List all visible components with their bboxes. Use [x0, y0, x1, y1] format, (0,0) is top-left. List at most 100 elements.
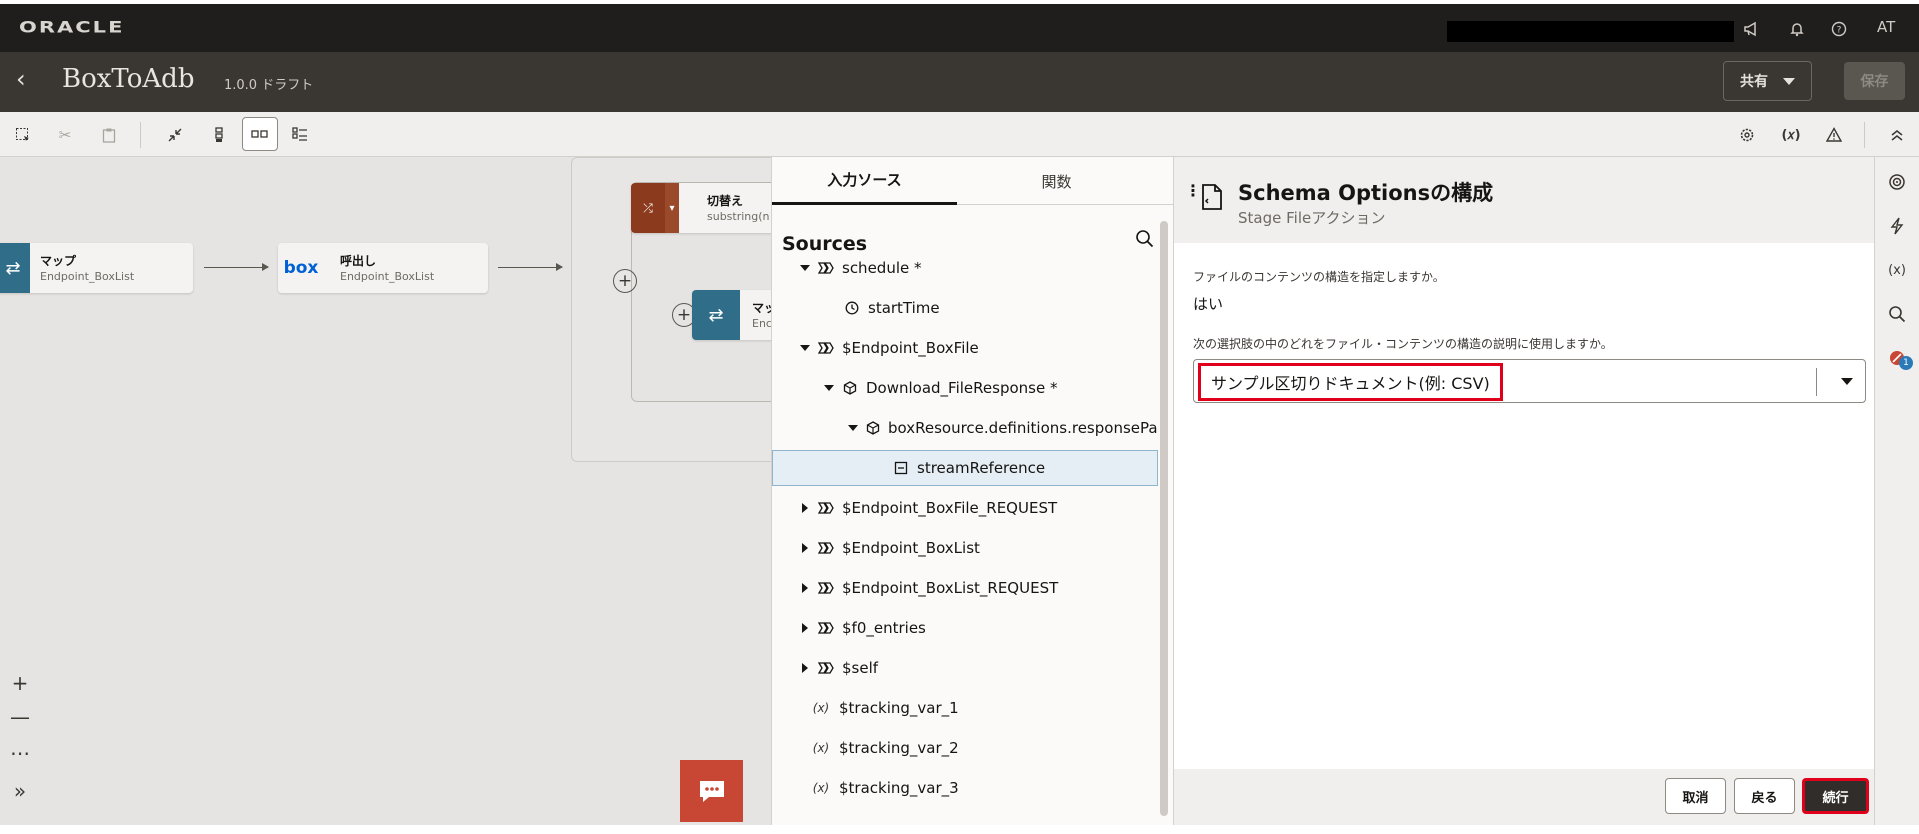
warning-icon[interactable]: [1821, 122, 1847, 148]
cube-icon: [842, 380, 858, 396]
zoom-out-icon[interactable]: —: [6, 703, 34, 731]
object-icon: [818, 540, 834, 556]
megaphone-icon[interactable]: [1740, 18, 1762, 40]
toolbar-divider: [1864, 122, 1865, 148]
tree-row-label: Download_FileResponse *: [866, 379, 1058, 397]
tree-scrollbar[interactable]: [1160, 221, 1168, 816]
user-avatar[interactable]: AT: [1877, 18, 1895, 36]
node-subtitle: Enc: [752, 317, 771, 330]
collapse-up-icon[interactable]: [1884, 122, 1910, 148]
search-icon[interactable]: [1135, 229, 1157, 251]
bell-icon[interactable]: [1786, 18, 1808, 40]
object-icon: [818, 660, 834, 676]
map-node-branch[interactable]: ⇄ マッ Enc: [692, 290, 771, 340]
caret-down-icon[interactable]: [824, 385, 834, 391]
tree-row[interactable]: schedule *: [772, 250, 1158, 286]
format-select[interactable]: サンプル区切りドキュメント(例: CSV): [1193, 359, 1866, 403]
tree-row[interactable]: streamReference: [772, 450, 1158, 486]
right-rail: (x) 1: [1874, 157, 1919, 825]
cancel-button[interactable]: 取消: [1665, 778, 1726, 814]
caret-right-icon[interactable]: [802, 543, 808, 553]
caret-down-icon[interactable]: [800, 345, 810, 351]
caret-right-icon[interactable]: [802, 503, 808, 513]
variable-icon: (x): [812, 701, 830, 715]
node-title: マップ: [40, 254, 77, 268]
tree-row[interactable]: Download_FileResponse *: [772, 370, 1158, 406]
tree-row[interactable]: $Endpoint_BoxList: [772, 530, 1158, 566]
tree-row[interactable]: $Endpoint_BoxFile: [772, 330, 1158, 366]
node-title: 切替え: [707, 194, 744, 208]
more-icon[interactable]: ⋯: [6, 739, 34, 767]
oracle-logo: ORACLE: [19, 17, 125, 37]
tree-row[interactable]: boxResource.definitions.responsePay: [772, 410, 1158, 446]
chevron-down-icon[interactable]: ▾: [665, 183, 679, 233]
chevron-down-icon[interactable]: [1841, 378, 1853, 385]
tree-row[interactable]: $Endpoint_BoxList_REQUEST: [772, 570, 1158, 606]
collapse-icon[interactable]: [162, 122, 188, 148]
caret-down-icon[interactable]: [848, 425, 858, 431]
zoom-in-icon[interactable]: +: [6, 669, 34, 697]
back-button[interactable]: 戻る: [1734, 778, 1795, 814]
structure-question-label: ファイルのコンテンツの構造を指定しますか。: [1193, 270, 1445, 284]
error-count-badge: 1: [1899, 356, 1913, 370]
variable-icon[interactable]: (x): [1885, 258, 1909, 282]
canvas-toolbar: ✂ (𝑥): [0, 112, 1919, 157]
integration-canvas[interactable]: ⇄ マップ Endpoint_BoxList box 呼出し Endpoint_…: [0, 157, 771, 825]
tab-input-sources[interactable]: 入力ソース: [772, 157, 957, 205]
integration-header: ‹ BoxToAdb 1.0.0 ドラフト 共有 保存: [0, 52, 1919, 112]
back-chevron-icon[interactable]: ‹: [16, 65, 26, 93]
tree-row[interactable]: (x) $tracking_var_3: [772, 770, 1158, 806]
paste-icon[interactable]: [96, 122, 122, 148]
tree-row-label: $Endpoint_BoxList_REQUEST: [842, 579, 1059, 597]
node-title: マッ: [752, 301, 771, 315]
switch-node[interactable]: ⤮ ▾ 切替え substring(n: [631, 183, 771, 233]
caret-right-icon[interactable]: [802, 663, 808, 673]
chevron-down-icon: [1783, 78, 1795, 85]
vertical-layout-icon[interactable]: [206, 122, 232, 148]
save-button[interactable]: 保存: [1844, 62, 1905, 100]
caret-right-icon[interactable]: [802, 623, 808, 633]
add-action-plus-icon[interactable]: +: [613, 269, 637, 293]
tree-row[interactable]: (x) $tracking_var_1: [772, 690, 1158, 726]
dialog-title: Schema Optionsの構成: [1238, 181, 1494, 205]
chat-icon[interactable]: [680, 760, 743, 822]
tree-row[interactable]: $f0_entries: [772, 610, 1158, 646]
structure-answer-value: はい: [1193, 295, 1224, 313]
settings-icon[interactable]: [1734, 122, 1760, 148]
box-logo: box: [278, 243, 324, 293]
field-icon: [893, 460, 909, 476]
lightning-icon[interactable]: [1885, 214, 1909, 238]
search-icon[interactable]: [1885, 302, 1909, 326]
cut-icon[interactable]: ✂: [52, 122, 78, 148]
tree-row[interactable]: $self: [772, 650, 1158, 686]
tree-row-label: $tracking_var_3: [839, 779, 959, 797]
tree-row[interactable]: $Endpoint_BoxFile_REQUEST: [772, 490, 1158, 526]
map-node[interactable]: ⇄ マップ Endpoint_BoxList: [0, 243, 193, 293]
object-icon: [818, 620, 834, 636]
tree-row-label: $Endpoint_BoxList: [842, 539, 980, 557]
redacted-region: [1447, 21, 1734, 42]
object-icon: [818, 340, 834, 356]
invoke-node[interactable]: box 呼出し Endpoint_BoxList: [278, 243, 488, 293]
map-icon: ⇄: [0, 243, 30, 293]
caret-right-icon[interactable]: [802, 583, 808, 593]
flow-arrow: [204, 263, 269, 271]
variables-icon[interactable]: (𝑥): [1778, 122, 1804, 148]
select-divider: [1816, 368, 1817, 396]
tree-row[interactable]: startTime: [772, 290, 1158, 326]
pseudo-layout-icon[interactable]: [287, 122, 313, 148]
tab-functions[interactable]: 関数: [964, 157, 1149, 205]
target-icon[interactable]: [1885, 170, 1909, 194]
select-icon[interactable]: [10, 122, 36, 148]
tree-row-label: $self: [842, 659, 879, 677]
help-icon[interactable]: ?: [1828, 18, 1850, 40]
horizontal-layout-icon[interactable]: [242, 117, 278, 151]
caret-down-icon[interactable]: [800, 265, 810, 271]
share-button[interactable]: 共有: [1723, 61, 1812, 101]
object-icon: [818, 500, 834, 516]
object-icon: [818, 260, 834, 276]
expand-icon[interactable]: »: [6, 777, 34, 805]
continue-button[interactable]: 続行: [1802, 778, 1869, 814]
tree-row[interactable]: (x) $tracking_var_2: [772, 730, 1158, 766]
drag-handle-icon[interactable]: ⋮: [1185, 181, 1201, 200]
